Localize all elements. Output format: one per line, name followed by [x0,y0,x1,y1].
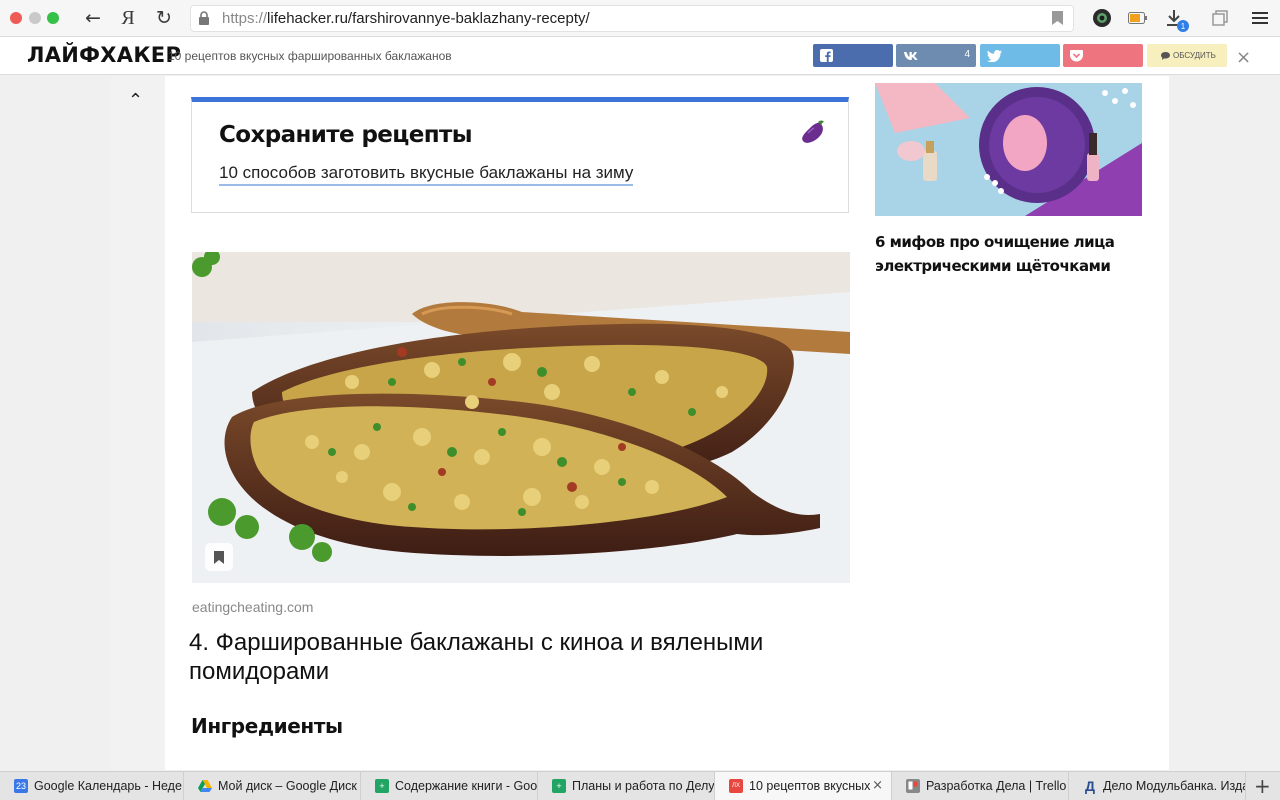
tab-label: Google Календарь - Неде [34,779,182,793]
browser-tab-bar: 23 Google Календарь - Неде Мой диск – Go… [0,771,1280,800]
back-arrow-icon[interactable]: ← [80,6,106,30]
download-count-badge: 1 [1177,20,1189,32]
share-pocket-button[interactable] [1063,44,1143,67]
save-card-link[interactable]: 10 способов заготовить вкусные баклажаны… [219,163,634,186]
vk-share-count: 4 [964,49,970,60]
save-card-title: Сохраните рецепты [219,122,473,148]
tab-modulbank[interactable]: Д Дело Модульбанка. Изда [1069,772,1246,800]
recipe-heading: 4. Фаршированные баклажаны с киноа и вял… [189,629,764,685]
share-vk-button[interactable]: 4 [896,44,976,67]
stuffed-eggplant-image [192,252,850,583]
lock-icon [199,11,209,25]
share-twitter-button[interactable] [980,44,1060,67]
tab-trello[interactable]: Разработка Дела | Trello [892,772,1069,800]
url-text[interactable]: https://lifehacker.ru/farshirovannye-bak… [222,10,590,27]
site-logo[interactable]: ЛАЙФХАКЕР [27,43,181,67]
close-icon[interactable]: × [1236,47,1251,68]
address-bar[interactable]: https://lifehacker.ru/farshirovannye-bak… [190,5,1074,32]
google-sheets-icon: + [375,779,389,793]
menu-icon[interactable] [1249,7,1271,29]
save-image-bookmark-button[interactable] [205,543,233,571]
calendar-icon: 23 [14,779,28,793]
vk-icon [904,51,918,60]
download-icon[interactable]: 1 [1163,7,1189,32]
maximize-window-button[interactable] [47,12,59,24]
ingredients-heading: Ингредиенты [191,714,343,738]
reload-icon[interactable]: ↻ [151,6,177,30]
facebook-icon [820,49,833,62]
sidebar-article-title[interactable]: 6 мифов про очищение лица электрическими… [875,230,1135,278]
tab-google-calendar[interactable]: 23 Google Календарь - Неде [0,772,184,800]
comment-icon [1161,51,1170,60]
discuss-label: ОБСУДИТЬ [1173,51,1216,60]
close-window-button[interactable] [10,12,22,24]
delo-icon: Д [1085,778,1095,794]
discuss-button[interactable]: ОБСУДИТЬ [1147,44,1227,67]
tab-label: Содержание книги - Goo [395,779,537,793]
url-path: lifehacker.ru/farshirovannye-baklazhany-… [267,10,590,27]
share-facebook-button[interactable] [813,44,893,67]
trello-icon [906,779,920,793]
site-header: ЛАЙФХАКЕР 10 рецептов вкусных фарширован… [0,37,1280,75]
url-protocol: https:// [222,10,268,27]
save-recipes-card: Сохраните рецепты 10 способов заготовить… [191,97,849,213]
article-header-title: 10 рецептов вкусных фаршированных баклаж… [168,49,452,63]
photo-source[interactable]: eatingcheating.com [192,599,313,615]
tabs-icon[interactable] [1210,7,1232,29]
twitter-icon [987,49,1002,62]
scroll-up-icon[interactable]: ⌃ [128,90,143,111]
tab-lifehacker-active[interactable]: ЛХ 10 рецептов вкусных ф × [715,772,892,800]
recipe-photo [192,252,850,583]
tab-google-drive[interactable]: Мой диск – Google Диск [184,772,361,800]
bookmark-icon[interactable] [1052,11,1063,25]
new-tab-button[interactable]: + [1254,774,1271,798]
tab-book-contents[interactable]: + Содержание книги - Goo [361,772,538,800]
pocket-icon [1070,49,1083,61]
left-gutter [111,76,165,770]
yandex-home-button[interactable]: Я [115,6,141,30]
camera-icon[interactable] [1091,7,1113,29]
close-tab-icon[interactable]: × [872,778,883,793]
tab-label: 10 рецептов вкусных ф [749,779,874,793]
tab-label: Дело Модульбанка. Изда [1103,779,1245,793]
eggplant-icon [802,120,824,143]
tab-label: Мой диск – Google Диск [218,779,357,793]
minimize-window-button[interactable] [29,12,41,24]
tab-plans-work[interactable]: + Планы и работа по Делу [538,772,715,800]
bookmark-icon [214,550,224,564]
facial-brush-image [875,83,1142,216]
lifehacker-icon: ЛХ [729,779,743,793]
browser-toolbar: ← Я ↻ https://lifehacker.ru/farshirovann… [0,0,1280,37]
battery-icon[interactable] [1127,7,1149,29]
google-sheets-icon: + [552,779,566,793]
sidebar-article-image[interactable] [875,83,1142,216]
tab-label: Планы и работа по Делу [572,779,714,793]
tab-label: Разработка Дела | Trello [926,779,1067,793]
google-drive-icon [198,779,212,793]
